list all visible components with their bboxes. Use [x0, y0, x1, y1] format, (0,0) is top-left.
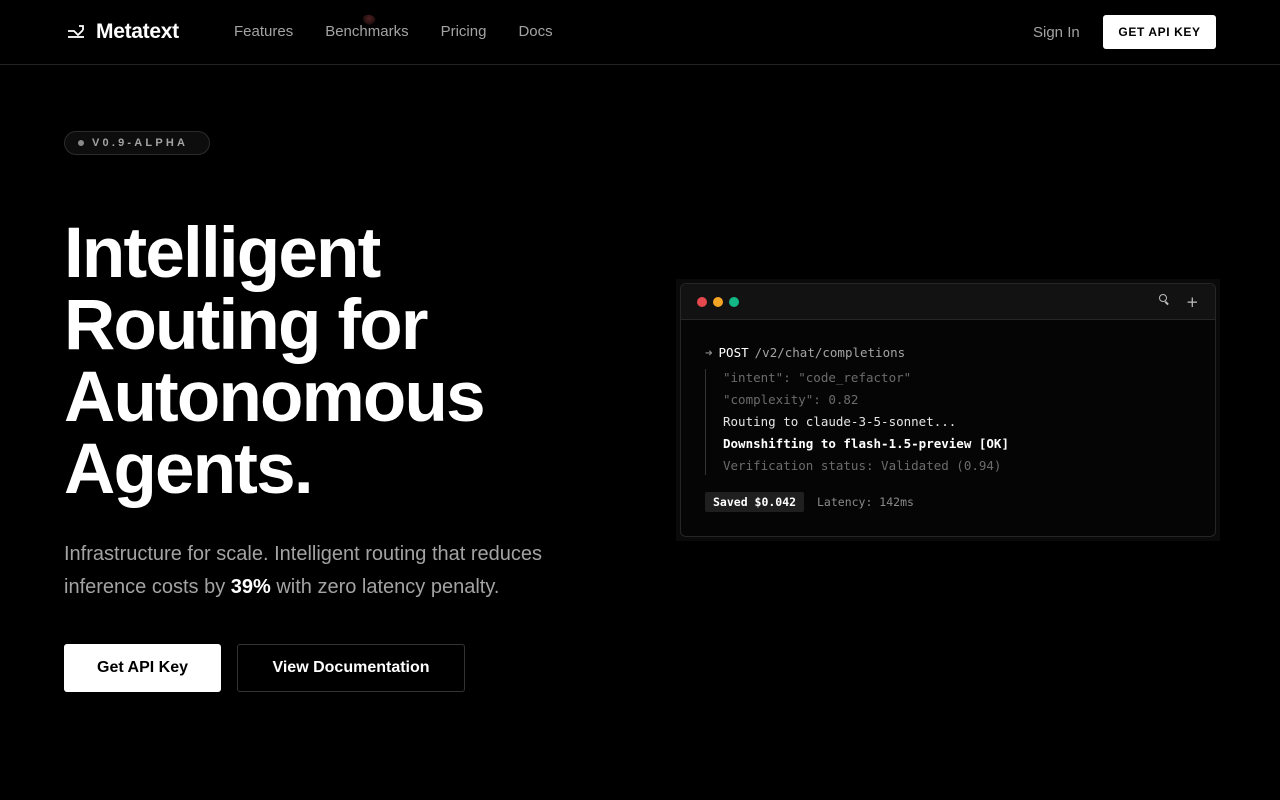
headline-line: Intelligent — [64, 214, 381, 293]
status-dot-icon — [78, 140, 84, 146]
log-line: Routing to claude-3-5-sonnet... — [723, 414, 957, 429]
headline-line: Agents. — [64, 430, 314, 509]
terminal-title-bar: + — [681, 284, 1215, 320]
trend-arrow-icon — [68, 25, 84, 38]
brand-logo-link[interactable]: Metatext — [66, 19, 179, 45]
log-line: Downshifting to flash-1.5-preview [OK] — [723, 436, 1009, 451]
http-method: POST — [718, 345, 749, 360]
headline-line: Autonomous — [64, 358, 486, 437]
nav-links: Features Benchmarks Pricing Docs — [234, 22, 585, 42]
nav-link-pricing[interactable]: Pricing — [441, 22, 487, 42]
version-badge: V0.9-ALPHA — [64, 131, 210, 155]
search-icon[interactable] — [1159, 292, 1170, 312]
close-dot-icon[interactable] — [697, 297, 707, 307]
sign-in-link[interactable]: Sign In — [1033, 23, 1080, 43]
subtext-after: with zero latency penalty. — [270, 576, 500, 598]
terminal-window: + ➜ POST/v2/chat/completions "intent": "c… — [680, 283, 1216, 537]
hero-subtext: Infrastructure for scale. Intelligent ro… — [64, 538, 604, 604]
hero-headline: Intelligent Routing for Autonomous Agent… — [64, 218, 624, 506]
savings-badge: Saved $0.042 — [705, 492, 805, 512]
nav-link-docs[interactable]: Docs — [518, 22, 552, 42]
log-block: "intent": "code_refactor" "complexity": … — [705, 369, 1185, 475]
log-line: "intent": "code_refactor" — [723, 370, 912, 385]
top-navigation: Metatext Features Benchmarks Pricing Doc… — [0, 0, 1280, 65]
get-api-key-button[interactable]: Get API Key — [64, 644, 221, 692]
latency-readout: Latency: 142ms — [817, 495, 914, 509]
nav-link-benchmarks[interactable]: Benchmarks — [325, 22, 408, 42]
log-line: "complexity": 0.82 — [723, 392, 859, 407]
view-documentation-button[interactable]: View Documentation — [237, 644, 465, 692]
nav-link-features[interactable]: Features — [234, 22, 293, 42]
plus-icon[interactable]: + — [1186, 292, 1199, 312]
brand-name: Metatext — [96, 20, 179, 43]
minimize-dot-icon[interactable] — [713, 297, 723, 307]
request-line: ➜ POST/v2/chat/completions — [705, 344, 905, 362]
headline-line: Routing for — [64, 286, 429, 365]
request-path: /v2/chat/completions — [754, 345, 906, 360]
arrow-right-icon: ➜ — [705, 345, 713, 360]
cost-reduction-stat: 39% — [230, 576, 271, 598]
maximize-dot-icon[interactable] — [729, 297, 739, 307]
log-line: Verification status: Validated (0.94) — [723, 458, 1002, 473]
get-api-key-nav-button[interactable]: GET API KEY — [1103, 15, 1216, 49]
version-badge-label: V0.9-ALPHA — [92, 137, 189, 149]
